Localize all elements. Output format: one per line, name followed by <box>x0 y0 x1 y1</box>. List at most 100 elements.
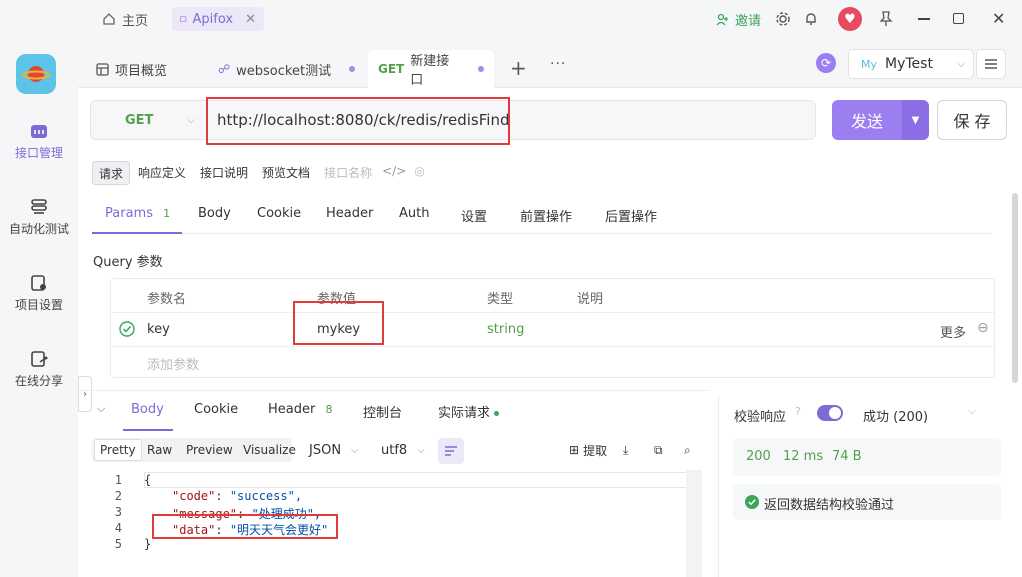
pin-icon[interactable] <box>879 11 893 27</box>
help-icon[interactable]: ◎ <box>410 161 428 185</box>
validation-message: 返回数据结构校验通过 <box>764 498 895 513</box>
avatar[interactable]: ♥ <box>838 7 862 31</box>
download-icon[interactable]: ⤓ <box>618 438 633 462</box>
lang-select[interactable]: JSON ⌵ <box>304 438 364 462</box>
tab-pre-actions[interactable]: 前置操作 <box>520 206 572 225</box>
method-select[interactable]: GET ⌵ <box>91 101 207 139</box>
check-circle-icon[interactable] <box>119 321 135 337</box>
tab-resp-header[interactable]: Header 8 <box>268 402 332 417</box>
line-number: 5 <box>114 537 122 551</box>
tab-label: Header <box>268 402 316 417</box>
tab-resp-body[interactable]: Body <box>131 402 164 417</box>
sidebar: 接口管理 自动化测试 项目设置 在线分享 › <box>0 38 92 577</box>
send-button[interactable]: 发送 <box>832 100 902 140</box>
tab-header[interactable]: Header <box>326 206 373 221</box>
tab-new-api[interactable]: GET 新建接口 <box>368 50 494 88</box>
extract-icon: ⊞ <box>569 443 580 457</box>
wrap-button[interactable] <box>438 438 464 464</box>
param-type[interactable]: string <box>487 322 524 337</box>
tab-settings[interactable]: 设置 <box>461 206 487 225</box>
param-name[interactable]: key <box>147 322 170 337</box>
save-button[interactable]: 保 存 <box>937 100 1007 140</box>
tab-actual-request[interactable]: 实际请求 <box>438 402 500 421</box>
format-visualize[interactable]: Visualize <box>238 438 301 462</box>
sidebar-item-project-settings[interactable]: 项目设置 <box>0 274 78 313</box>
tab-websocket[interactable]: ☍ websocket测试 <box>208 50 365 88</box>
tab-cookie[interactable]: Cookie <box>257 206 301 221</box>
tab-method: GET <box>378 62 405 76</box>
tab-body[interactable]: Body <box>198 206 231 221</box>
copy-icon[interactable]: ⧉ <box>649 438 668 462</box>
remove-icon[interactable]: ⊖ <box>977 320 989 336</box>
api-icon <box>31 125 47 138</box>
response-tabs: ⌵ Body Cookie Header 8 控制台 实际请求 <box>78 390 710 431</box>
add-param-input[interactable]: 添加参数 <box>147 354 199 373</box>
method-label: GET <box>125 112 154 128</box>
chevron-down-icon: ▼ <box>911 114 920 126</box>
chevron-down-icon: ⌵ <box>351 444 359 456</box>
app-tab[interactable]: Apifox ✕ <box>172 7 264 31</box>
line-number: 4 <box>114 521 122 535</box>
code-line: { <box>144 473 152 487</box>
current-line-highlight <box>144 472 700 488</box>
sidebar-item-label: 接口管理 <box>14 146 63 160</box>
active-tab-underline <box>92 232 182 234</box>
sync-button[interactable]: ⟳ <box>816 53 836 73</box>
result-select[interactable]: 成功 (200) ⌵ <box>863 406 976 425</box>
more-button[interactable]: 更多 <box>940 322 966 341</box>
close-icon[interactable]: ✕ <box>245 12 256 27</box>
extract-button[interactable]: ⊞ 提取 <box>564 438 612 462</box>
invite-button[interactable]: 邀请 <box>716 7 761 31</box>
validate-label: 校验响应 <box>734 410 787 425</box>
menu-button[interactable] <box>976 49 1006 79</box>
minimize-button[interactable] <box>918 18 930 20</box>
tab-response-def[interactable]: 响应定义 <box>132 161 192 185</box>
tab-post-actions[interactable]: 后置操作 <box>605 206 657 225</box>
close-window-button[interactable]: ✕ <box>992 9 1005 28</box>
code-line: "code": "success", <box>172 489 303 503</box>
format-toolbar: Pretty Raw Preview Visualize JSON ⌵ utf8… <box>92 438 702 464</box>
bell-icon[interactable] <box>803 11 819 27</box>
tab-auth[interactable]: Auth <box>399 206 429 221</box>
tab-params[interactable]: Params 1 <box>105 206 170 221</box>
tab-project-overview[interactable]: 项目概览 <box>86 50 177 88</box>
validate-toggle[interactable] <box>817 405 843 421</box>
send-dropdown-button[interactable]: ▼ <box>902 100 929 140</box>
api-name-input[interactable]: 接口名称 <box>318 161 378 185</box>
env-selector[interactable]: My MyTest ⌵ <box>848 49 974 79</box>
home-tab[interactable]: 主页 <box>102 7 148 31</box>
env-name: MyTest <box>885 56 933 72</box>
tab-resp-cookie[interactable]: Cookie <box>194 402 238 417</box>
sidebar-item-auto-test[interactable]: 自动化测试 <box>0 198 78 237</box>
line-number: 3 <box>114 505 122 519</box>
response-size: 74 B <box>832 449 862 464</box>
tab-preview-doc[interactable]: 预览文档 <box>256 161 316 185</box>
search-icon[interactable]: ⌕ <box>679 438 696 462</box>
sidebar-item-label: 项目设置 <box>14 298 63 312</box>
tab-request[interactable]: 请求 <box>92 161 131 185</box>
tab-api-doc[interactable]: 接口说明 <box>194 161 254 185</box>
maximize-button[interactable] <box>953 13 964 24</box>
validation-panel: 校验响应 ? 成功 (200) ⌵ 200 12 ms 74 B 返回数据结构校… <box>718 395 1022 577</box>
code-scrollbar[interactable] <box>686 470 702 577</box>
tab-console[interactable]: 控制台 <box>363 402 402 421</box>
settings-icon[interactable] <box>775 11 791 27</box>
more-tabs-button[interactable]: ··· <box>550 56 566 72</box>
extract-label: 提取 <box>583 443 608 458</box>
format-preview[interactable]: Preview <box>181 438 238 462</box>
sidebar-item-api-management[interactable]: 接口管理 <box>0 122 78 161</box>
scrollbar[interactable] <box>1012 193 1018 383</box>
help-icon: ? <box>795 405 801 418</box>
encoding-select[interactable]: utf8 ⌵ <box>376 438 430 462</box>
add-tab-button[interactable]: + <box>510 56 527 80</box>
collapse-icon[interactable]: ⌵ <box>97 402 105 416</box>
header-count-badge: 8 <box>325 403 333 416</box>
code-icon[interactable]: </> <box>380 161 408 185</box>
col-header-name: 参数名 <box>147 292 187 307</box>
lang-label: JSON <box>309 442 342 458</box>
format-pretty[interactable]: Pretty <box>94 439 142 461</box>
response-time: 12 ms <box>783 449 824 464</box>
format-raw[interactable]: Raw <box>142 438 177 462</box>
sidebar-item-share[interactable]: 在线分享 <box>0 350 78 389</box>
tab-label: 新建接口 <box>410 54 450 88</box>
